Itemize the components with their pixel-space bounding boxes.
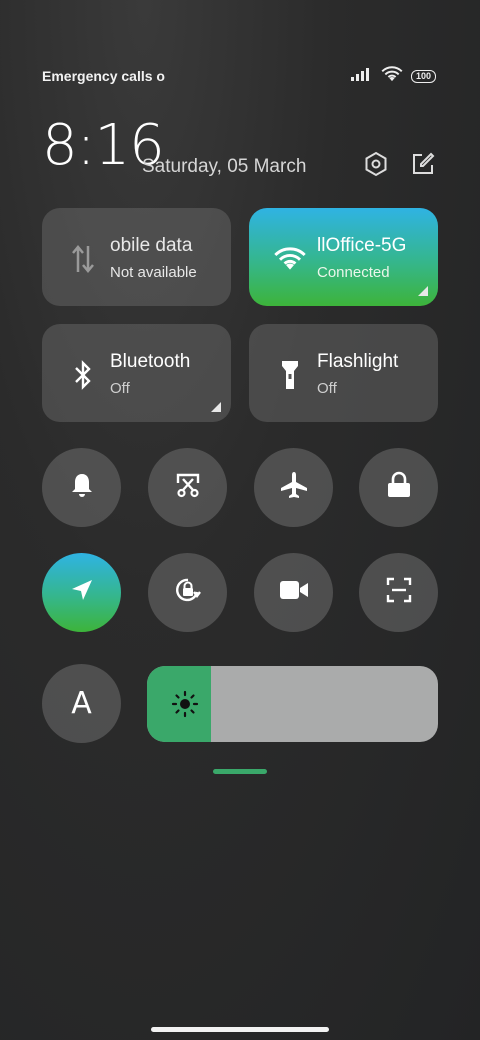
battery-icon: 100: [410, 70, 436, 83]
toggle-mute[interactable]: [42, 448, 121, 527]
location-icon: [69, 577, 95, 608]
expand-corner-icon[interactable]: [418, 286, 428, 296]
rotation-lock-icon: [172, 574, 204, 611]
toggle-screen-recorder[interactable]: [254, 553, 333, 632]
tile-state: Off: [317, 380, 337, 397]
system-icons: 100: [350, 66, 436, 87]
settings-icon[interactable]: [362, 150, 390, 178]
bell-icon: [68, 471, 96, 504]
home-indicator[interactable]: [151, 1027, 329, 1032]
scanner-icon: [385, 576, 413, 609]
toggle-font-size[interactable]: A: [42, 664, 121, 743]
lock-icon: [386, 471, 412, 504]
sun-icon: [171, 690, 199, 718]
tile-label: llOffice-5G: [317, 235, 407, 256]
tile-bluetooth[interactable]: Bluetooth Off: [42, 324, 231, 422]
brightness-slider[interactable]: [147, 666, 438, 742]
clock-date: Saturday, 05 March: [142, 156, 307, 177]
toggle-scanner[interactable]: [359, 553, 438, 632]
airplane-icon: [279, 470, 309, 505]
toggle-airplane[interactable]: [254, 448, 333, 527]
mobile-data-icon: [66, 242, 100, 276]
screen-record-icon: [279, 579, 309, 606]
status-carrier-text: Emergency calls o: [42, 68, 165, 84]
tile-state: Connected: [317, 264, 390, 281]
toggle-lock-screen[interactable]: [359, 448, 438, 527]
wifi-icon: [381, 66, 403, 87]
toggle-location[interactable]: [42, 553, 121, 632]
tile-mobile-data[interactable]: obile data Not available: [42, 208, 231, 306]
tile-state: Off: [110, 380, 130, 397]
bluetooth-icon: [66, 358, 100, 392]
tile-label: obile data: [110, 235, 193, 256]
flashlight-icon: [273, 358, 307, 392]
tile-label: Flashlight: [317, 351, 399, 372]
signal-icon: [350, 67, 373, 86]
tile-wifi[interactable]: llOffice-5G Connected: [249, 208, 438, 306]
font-icon: A: [71, 686, 92, 721]
wifi-icon: [273, 242, 307, 276]
edit-icon[interactable]: [409, 150, 437, 178]
panel-drag-handle[interactable]: [213, 769, 267, 774]
toggle-rotation-lock[interactable]: [148, 553, 227, 632]
toggle-screenshot[interactable]: [148, 448, 227, 527]
screenshot-icon: [174, 471, 202, 504]
tile-label: Bluetooth: [110, 351, 191, 372]
tile-flashlight[interactable]: Flashlight Off: [249, 324, 438, 422]
expand-corner-icon[interactable]: [211, 402, 221, 412]
tile-state: Not available: [110, 264, 197, 281]
